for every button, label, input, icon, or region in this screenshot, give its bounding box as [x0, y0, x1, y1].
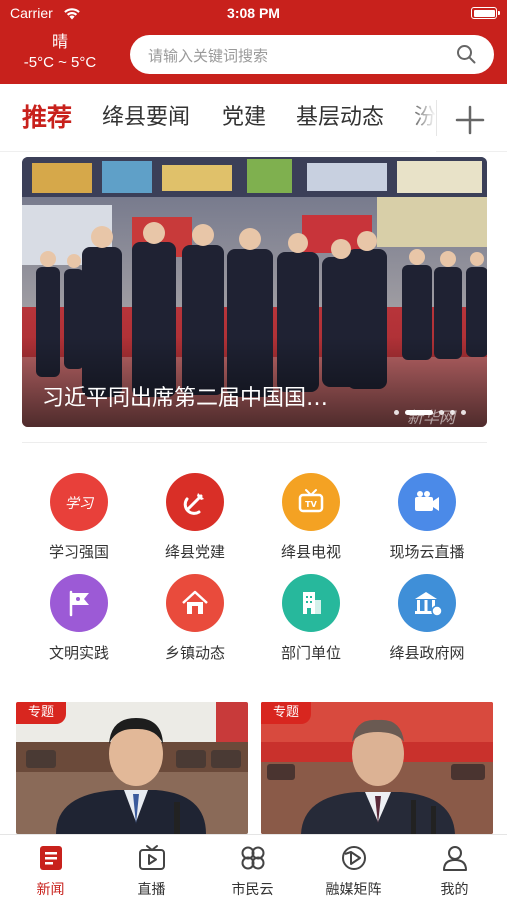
grid-item-xuexi[interactable]: 学习 学习强国 — [21, 473, 137, 563]
grid-item-civilization[interactable]: 文明实践 — [21, 574, 137, 664]
feature-card[interactable]: 专题 — [261, 702, 493, 834]
tab-recommend[interactable]: 推荐 — [22, 84, 72, 152]
profile-icon — [443, 846, 467, 871]
grid-item-government[interactable]: 绛县政府网 — [369, 574, 485, 664]
nav-news[interactable]: 新闻 — [0, 835, 101, 900]
channel-tabs: 推荐 绛县要闻 党建 基层动态 汾 — [0, 84, 507, 152]
nav-citizen-cloud[interactable]: 市民云 — [202, 835, 303, 900]
nav-label: 我的 — [440, 882, 469, 898]
weather-temperature: -5°C ~ 5°C — [23, 54, 97, 71]
clock: 3:08 PM — [227, 5, 280, 21]
weather-widget[interactable]: 晴 -5°C ~ 5°C — [8, 32, 112, 74]
svg-text:学习: 学习 — [65, 496, 94, 512]
tv-icon: TV — [282, 473, 340, 531]
plus-icon[interactable] — [452, 102, 488, 138]
media-matrix-icon — [342, 846, 366, 870]
feature-card[interactable]: 专题 — [16, 702, 248, 834]
grid-label: 绛县电视 — [280, 543, 341, 561]
nav-label: 新闻 — [36, 882, 65, 898]
news-icon — [40, 846, 62, 870]
grid-item-department[interactable]: 部门单位 — [253, 574, 369, 664]
grid-label: 绛县政府网 — [389, 644, 465, 662]
battery-icon — [471, 7, 500, 19]
xuexi-qiangguo-icon: 学习 — [50, 473, 108, 531]
section-separator — [22, 442, 487, 443]
grid-item-tv[interactable]: TV 绛县电视 — [253, 473, 369, 563]
party-emblem-icon — [166, 473, 224, 531]
tab-party[interactable]: 党建 — [222, 84, 266, 152]
grid-item-live[interactable]: 现场云直播 — [369, 473, 485, 563]
search-icon[interactable] — [456, 44, 476, 64]
card-badge: 专题 — [261, 702, 312, 724]
tab-grassroots[interactable]: 基层动态 — [296, 84, 384, 152]
banner-watermark: 新华网 — [407, 408, 456, 427]
grid-label: 乡镇动态 — [164, 644, 225, 662]
tab-county-news[interactable]: 绛县要闻 — [102, 84, 190, 152]
grid-item-party[interactable]: 绛县党建 — [137, 473, 253, 563]
status-bar: Carrier 3:08 PM — [0, 0, 507, 28]
banner-caption[interactable]: 习近平同出席第二届中国国… — [42, 380, 372, 412]
search-bar[interactable]: 请输入关键词搜索 — [130, 35, 494, 74]
news-banner[interactable]: 习近平同出席第二届中国国… 新华网 — [22, 157, 487, 427]
card-badge: 专题 — [16, 702, 67, 724]
banner-dot[interactable] — [461, 410, 466, 415]
live-tv-icon — [139, 845, 165, 870]
grid-label: 部门单位 — [280, 644, 341, 662]
grid-label: 文明实践 — [48, 644, 109, 662]
grid-label: 现场云直播 — [389, 543, 465, 561]
tab-strip[interactable]: 推荐 绛县要闻 党建 基层动态 汾 — [0, 84, 436, 152]
search-placeholder: 请输入关键词搜索 — [148, 47, 269, 65]
app-header: Carrier 3:08 PM 晴 -5°C ~ 5°C 请输入关键词搜索 — [0, 0, 507, 84]
tab-divider — [436, 100, 437, 136]
grid-label: 绛县党建 — [164, 543, 225, 561]
nav-media-matrix[interactable]: 融媒矩阵 — [303, 835, 404, 900]
nav-label: 直播 — [137, 882, 166, 898]
town-house-icon — [166, 574, 224, 632]
government-icon — [398, 574, 456, 632]
grid-item-town[interactable]: 乡镇动态 — [137, 574, 253, 664]
tab-fade — [406, 84, 436, 152]
nav-profile[interactable]: 我的 — [404, 835, 505, 900]
weather-condition: 晴 — [51, 32, 68, 51]
citizen-cloud-icon — [241, 846, 265, 870]
banner-dot[interactable] — [394, 410, 399, 415]
nav-label: 市民云 — [231, 882, 274, 898]
svg-text:TV: TV — [305, 500, 317, 509]
nav-label: 融媒矩阵 — [325, 882, 382, 898]
building-icon — [282, 574, 340, 632]
grid-label: 学习强国 — [48, 543, 109, 561]
video-camera-icon — [398, 473, 456, 531]
flag-icon — [50, 574, 108, 632]
nav-live[interactable]: 直播 — [101, 835, 202, 900]
bottom-nav: 新闻 直播 市民云 融媒矩阵 我的 — [0, 834, 507, 900]
